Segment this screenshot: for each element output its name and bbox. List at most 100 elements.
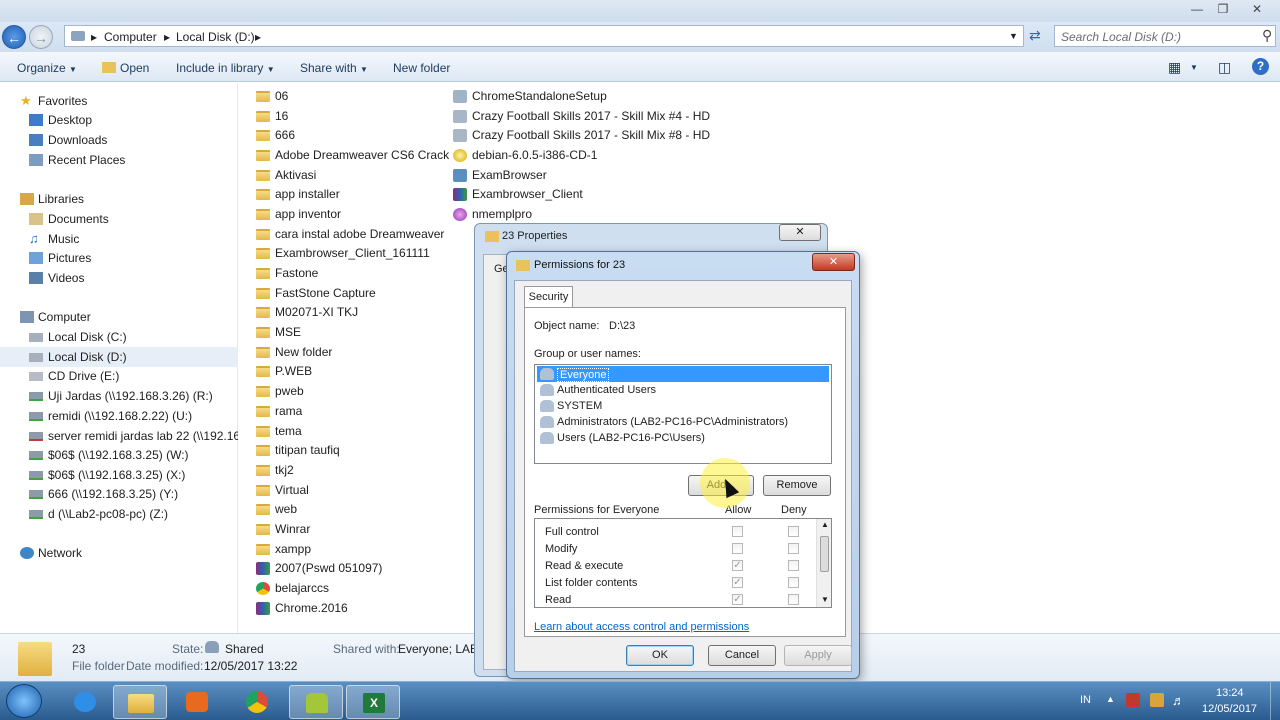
language-indicator[interactable]: IN	[1080, 694, 1091, 706]
list-item[interactable]: Crazy Football Skills 2017 - Skill Mix #…	[453, 107, 710, 126]
list-item[interactable]: app installer	[256, 185, 340, 204]
clock-date[interactable]: 12/05/2017	[1202, 703, 1257, 715]
refresh-icon[interactable]: ⇄	[1029, 27, 1041, 44]
clock-time[interactable]: 13:24	[1216, 687, 1244, 699]
list-item[interactable]: titipan taufiq	[256, 441, 340, 460]
list-item[interactable]: Exambrowser_Client_161111	[256, 244, 430, 263]
list-item[interactable]: P.WEB	[256, 362, 312, 381]
nav-desktop[interactable]: Desktop	[0, 110, 238, 130]
allow-checkbox[interactable]: ✓	[732, 594, 743, 605]
list-item[interactable]: Chrome.2016	[256, 599, 348, 618]
remove-button[interactable]: Remove	[763, 475, 831, 496]
list-item[interactable]: ChromeStandaloneSetup	[453, 87, 607, 106]
list-item[interactable]: M02071-XI TKJ	[256, 303, 358, 322]
deny-checkbox[interactable]	[788, 526, 799, 537]
tab-security[interactable]: Security	[524, 286, 573, 308]
nav-drive-z[interactable]: d (\\Lab2-pc08-pc) (Z:)	[0, 504, 238, 524]
list-item[interactable]: Aktivasi	[256, 166, 316, 185]
scrollbar[interactable]: ▲ ▼	[816, 519, 831, 607]
list-item[interactable]: 666	[256, 126, 295, 145]
share-with-button[interactable]: Share with ▼	[300, 61, 368, 75]
scroll-down-icon[interactable]: ▼	[821, 595, 829, 604]
help-icon[interactable]: ?	[1252, 58, 1269, 75]
list-item[interactable]: Crazy Football Skills 2017 - Skill Mix #…	[453, 126, 710, 145]
breadcrumb-computer[interactable]: Computer	[104, 30, 157, 44]
include-in-library-button[interactable]: Include in library ▼	[176, 61, 275, 75]
deny-checkbox[interactable]	[788, 594, 799, 605]
nav-drive-server[interactable]: server remidi jardas lab 22 (\\192.168.2	[0, 426, 238, 446]
start-button[interactable]	[6, 684, 42, 718]
taskbar-chrome[interactable]	[230, 685, 284, 719]
nav-drive-c[interactable]: Local Disk (C:)	[0, 327, 238, 347]
list-item[interactable]: 06	[256, 87, 288, 106]
properties-close-button[interactable]: ✕	[779, 224, 821, 241]
nav-network[interactable]: Network	[0, 543, 238, 563]
maximize-button[interactable]: ❐	[1210, 0, 1236, 18]
nav-computer[interactable]: Computer	[0, 307, 238, 327]
list-item[interactable]: nmemplpro	[453, 205, 532, 224]
show-hidden-icons[interactable]: ▲	[1106, 694, 1115, 704]
learn-link[interactable]: Learn about access control and permissio…	[534, 621, 749, 633]
nav-drive-u[interactable]: remidi (\\192.168.2.22) (U:)	[0, 406, 238, 426]
open-button[interactable]: Open	[102, 61, 149, 75]
list-item[interactable]: rama	[256, 402, 302, 421]
allow-checkbox[interactable]: ✓	[732, 560, 743, 571]
show-desktop-button[interactable]	[1270, 682, 1280, 720]
user-row-everyone[interactable]: Everyone	[537, 366, 829, 382]
nav-drive-y[interactable]: 666 (\\192.168.3.25) (Y:)	[0, 484, 238, 504]
list-item[interactable]: app inventor	[256, 205, 341, 224]
list-item[interactable]: MSE	[256, 323, 301, 342]
cancel-button[interactable]: Cancel	[708, 645, 776, 666]
list-item[interactable]: New folder	[256, 343, 332, 362]
allow-checkbox[interactable]: ✓	[732, 577, 743, 588]
nav-pictures[interactable]: Pictures	[0, 248, 238, 268]
search-input[interactable]: Search Local Disk (D:)	[1054, 25, 1276, 47]
ok-button[interactable]: OK	[626, 645, 694, 666]
deny-checkbox[interactable]	[788, 543, 799, 554]
list-item[interactable]: Winrar	[256, 520, 310, 539]
apply-button[interactable]: Apply	[784, 645, 852, 666]
nav-favorites[interactable]: ★ Favorites	[0, 91, 238, 111]
user-list[interactable]: Everyone Authenticated Users SYSTEM Admi…	[534, 364, 832, 464]
scroll-up-icon[interactable]: ▲	[821, 520, 829, 529]
nav-drive-w[interactable]: $06$ (\\192.168.3.25) (W:)	[0, 445, 238, 465]
list-item[interactable]: 16	[256, 107, 288, 126]
tray-network-icon[interactable]	[1150, 693, 1164, 707]
close-button[interactable]: ✕	[1244, 0, 1270, 18]
user-row-authenticated[interactable]: Authenticated Users	[537, 382, 829, 398]
scroll-thumb[interactable]	[820, 536, 829, 572]
list-item[interactable]: web	[256, 500, 297, 519]
list-item[interactable]: pweb	[256, 382, 304, 401]
nav-music[interactable]: ♫ Music	[0, 229, 238, 249]
user-row-administrators[interactable]: Administrators (LAB2-PC16-PC\Administrat…	[537, 414, 829, 430]
address-dropdown-icon[interactable]: ▼	[1009, 31, 1018, 41]
user-row-system[interactable]: SYSTEM	[537, 398, 829, 414]
nav-drive-x[interactable]: $06$ (\\192.168.3.25) (X:)	[0, 465, 238, 485]
list-item[interactable]: ExamBrowser	[453, 166, 547, 185]
list-item[interactable]: Adobe Dreamweaver CS6 Crack	[256, 146, 449, 165]
allow-checkbox[interactable]	[732, 543, 743, 554]
list-item[interactable]: debian-6.0.5-i386-CD-1	[453, 146, 597, 165]
list-item[interactable]: xampp	[256, 540, 311, 559]
list-item[interactable]: belajarccs	[256, 579, 329, 598]
list-item[interactable]: tkj2	[256, 461, 294, 480]
preview-pane-icon[interactable]: ◫	[1218, 59, 1231, 76]
taskbar-ie[interactable]	[58, 685, 112, 719]
forward-button[interactable]: →	[29, 25, 53, 49]
view-dropdown-icon[interactable]: ▼	[1190, 63, 1198, 72]
taskbar-excel[interactable]: X	[346, 685, 400, 719]
deny-checkbox[interactable]	[788, 577, 799, 588]
nav-videos[interactable]: Videos	[0, 268, 238, 288]
allow-checkbox[interactable]	[732, 526, 743, 537]
list-item[interactable]: cara instal adobe Dreamweaver	[256, 225, 444, 244]
list-item[interactable]: Fastone	[256, 264, 318, 283]
tray-app-icon[interactable]	[1126, 693, 1140, 707]
volume-icon[interactable]: ♬	[1172, 693, 1185, 708]
list-item[interactable]: FastStone Capture	[256, 284, 376, 303]
taskbar-media[interactable]	[170, 685, 224, 719]
nav-drive-r[interactable]: Uji Jardas (\\192.168.3.26) (R:)	[0, 386, 238, 406]
dialog-close-button[interactable]: ✕	[812, 253, 855, 271]
user-row-users[interactable]: Users (LAB2-PC16-PC\Users)	[537, 430, 829, 446]
view-options-icon[interactable]: ▦	[1168, 59, 1181, 76]
breadcrumb-local-disk-d[interactable]: Local Disk (D:)	[176, 30, 255, 44]
